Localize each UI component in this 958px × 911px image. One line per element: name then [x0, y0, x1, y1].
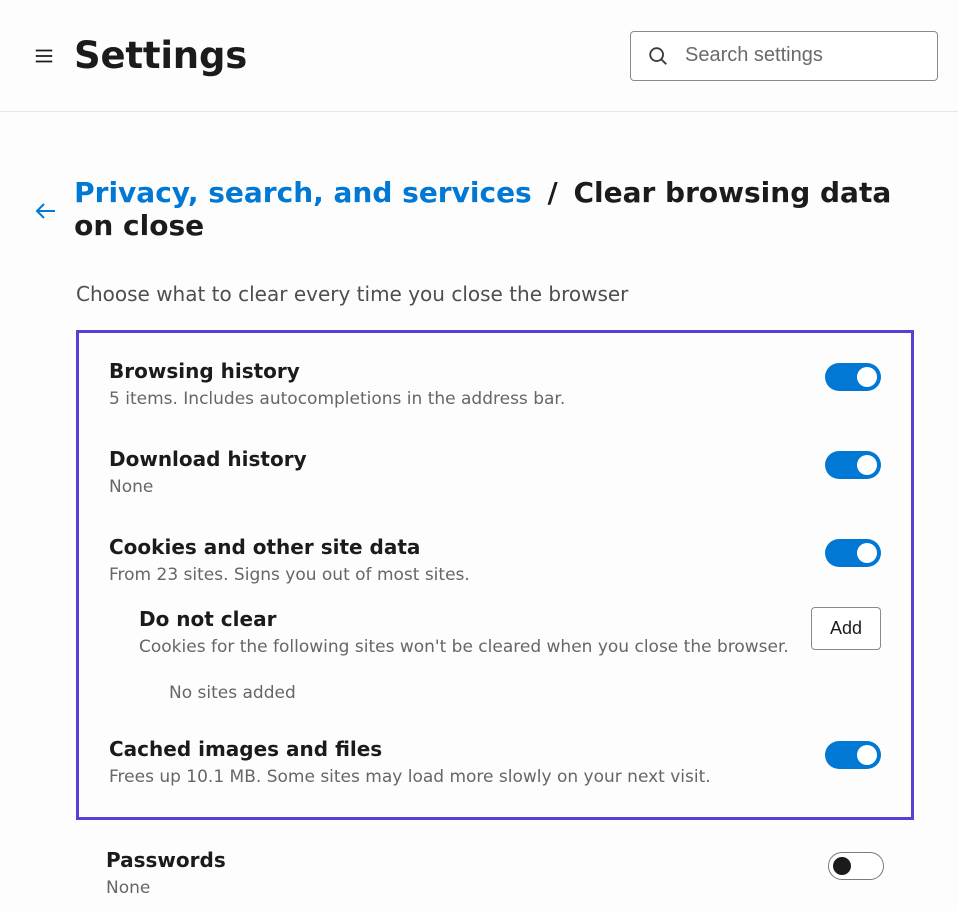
- breadcrumb: Privacy, search, and services / Clear br…: [30, 176, 928, 242]
- setting-title: Passwords: [106, 848, 828, 872]
- toggle-browsing-history[interactable]: [825, 363, 881, 391]
- toggle-cookies[interactable]: [825, 539, 881, 567]
- page-title: Settings: [74, 34, 247, 77]
- search-box[interactable]: [630, 31, 938, 81]
- setting-title: Cookies and other site data: [109, 535, 825, 559]
- setting-desc: Frees up 10.1 MB. Some sites may load mo…: [109, 767, 825, 787]
- do-not-clear-section: Do not clear Cookies for the following s…: [79, 595, 881, 665]
- setting-download-history: Download history None: [79, 437, 881, 507]
- setting-passwords: Passwords None: [76, 838, 884, 908]
- search-input[interactable]: [683, 43, 921, 68]
- setting-title: Browsing history: [109, 359, 825, 383]
- setting-title: Do not clear: [139, 607, 811, 631]
- toggle-download-history[interactable]: [825, 451, 881, 479]
- toggle-passwords[interactable]: [828, 852, 884, 880]
- setting-desc: 5 items. Includes autocompletions in the…: [109, 389, 825, 409]
- add-site-button[interactable]: Add: [811, 607, 881, 650]
- hamburger-icon: [33, 45, 55, 67]
- toggle-cached[interactable]: [825, 741, 881, 769]
- arrow-left-icon: [34, 199, 58, 223]
- setting-title: Cached images and files: [109, 737, 825, 761]
- setting-desc: None: [109, 477, 825, 497]
- setting-desc: From 23 sites. Signs you out of most sit…: [109, 565, 825, 585]
- breadcrumb-separator: /: [547, 176, 557, 209]
- search-icon: [647, 45, 669, 67]
- setting-title: Download history: [109, 447, 825, 471]
- settings-scroll-region[interactable]: Privacy, search, and services / Clear br…: [0, 112, 958, 911]
- no-sites-note: No sites added: [79, 665, 881, 713]
- back-button[interactable]: [30, 193, 62, 229]
- section-subheading: Choose what to clear every time you clos…: [76, 282, 928, 306]
- menu-button[interactable]: [24, 36, 64, 76]
- breadcrumb-parent-link[interactable]: Privacy, search, and services: [74, 176, 532, 209]
- setting-cached: Cached images and files Frees up 10.1 MB…: [79, 727, 881, 797]
- setting-desc: Cookies for the following sites won't be…: [139, 637, 811, 657]
- top-bar: Settings: [0, 0, 958, 112]
- setting-cookies: Cookies and other site data From 23 site…: [79, 525, 881, 595]
- setting-desc: None: [106, 878, 828, 898]
- setting-browsing-history: Browsing history 5 items. Includes autoc…: [79, 349, 881, 419]
- highlighted-settings-group: Browsing history 5 items. Includes autoc…: [76, 330, 914, 820]
